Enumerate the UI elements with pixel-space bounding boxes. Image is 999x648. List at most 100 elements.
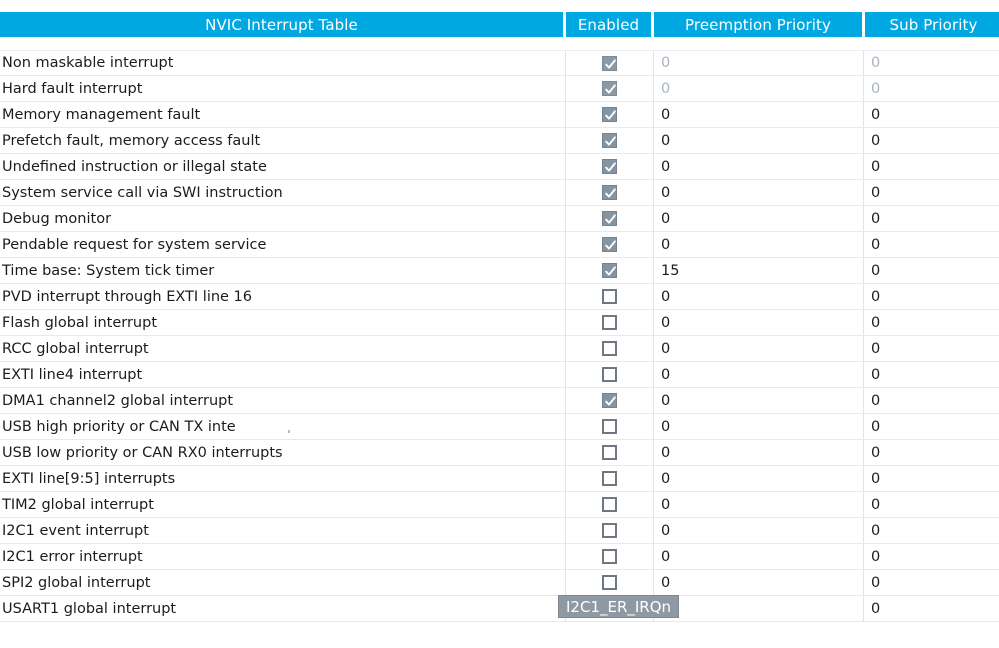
sub-priority-cell[interactable]: 0	[863, 440, 999, 465]
table-row[interactable]: DMA1 channel2 global interrupt 0 0	[0, 388, 999, 414]
preemption-priority-cell[interactable]: 0	[653, 128, 863, 153]
preemption-priority-cell[interactable]: 0	[653, 440, 863, 465]
enabled-cell[interactable]	[565, 492, 653, 517]
sub-priority-cell[interactable]: 0	[863, 102, 999, 127]
checkbox-unchecked-icon[interactable]	[602, 549, 617, 564]
preemption-priority-cell[interactable]: 0	[653, 180, 863, 205]
sub-priority-cell[interactable]: 0	[863, 570, 999, 595]
table-row[interactable]: Time base: System tick timer 15 0	[0, 258, 999, 284]
enabled-cell[interactable]	[565, 414, 653, 439]
table-row[interactable]: USART1 global interrupt 00	[0, 596, 999, 622]
checkbox-unchecked-icon[interactable]	[602, 445, 617, 460]
preemption-priority-cell[interactable]: 0	[653, 232, 863, 257]
column-header-nvic-interrupt-table[interactable]: NVIC Interrupt Table	[0, 12, 563, 37]
interrupt-name-cell[interactable]: Memory management fault	[0, 102, 565, 127]
column-header-sub-priority[interactable]: Sub Priority	[865, 12, 999, 37]
checkbox-unchecked-icon[interactable]	[602, 497, 617, 512]
preemption-priority-cell[interactable]: 0	[653, 596, 863, 621]
interrupt-name-cell[interactable]: I2C1 error interrupt	[0, 544, 565, 569]
preemption-priority-cell[interactable]: 0	[653, 466, 863, 491]
interrupt-name-cell[interactable]: EXTI line4 interrupt	[0, 362, 565, 387]
table-row[interactable]: I2C1 event interrupt 0 0	[0, 518, 999, 544]
checkbox-unchecked-icon[interactable]	[602, 315, 617, 330]
sub-priority-cell[interactable]: 0	[863, 596, 999, 621]
interrupt-name-cell[interactable]: TIM2 global interrupt	[0, 492, 565, 517]
preemption-priority-cell[interactable]: 0	[653, 518, 863, 543]
enabled-cell[interactable]	[565, 76, 653, 101]
table-row[interactable]: Debug monitor 0 0	[0, 206, 999, 232]
sub-priority-cell[interactable]: 0	[863, 284, 999, 309]
sub-priority-cell[interactable]: 0	[863, 388, 999, 413]
enabled-cell[interactable]	[565, 518, 653, 543]
checkbox-unchecked-icon[interactable]	[602, 575, 617, 590]
preemption-priority-cell[interactable]: 0	[653, 284, 863, 309]
enabled-cell[interactable]	[565, 232, 653, 257]
interrupt-name-cell[interactable]: USART1 global interrupt	[0, 596, 565, 621]
preemption-priority-cell[interactable]: 0	[653, 544, 863, 569]
checkbox-checked-icon[interactable]	[602, 159, 617, 174]
table-row[interactable]: Undefined instruction or illegal state 0 0	[0, 154, 999, 180]
sub-priority-cell[interactable]: 0	[863, 154, 999, 179]
checkbox-unchecked-icon[interactable]	[602, 341, 617, 356]
column-header-preemption-priority[interactable]: Preemption Priority	[654, 12, 862, 37]
sub-priority-cell[interactable]: 0	[863, 232, 999, 257]
enabled-cell[interactable]	[565, 544, 653, 569]
table-row[interactable]: Pendable request for system service 0 0	[0, 232, 999, 258]
sub-priority-cell[interactable]: 0	[863, 206, 999, 231]
table-row[interactable]: Hard fault interrupt 0 0	[0, 76, 999, 102]
sub-priority-cell[interactable]: 0	[863, 518, 999, 543]
table-row[interactable]: Prefetch fault, memory access fault 0 0	[0, 128, 999, 154]
enabled-cell[interactable]	[565, 310, 653, 335]
preemption-priority-cell[interactable]: 0	[653, 102, 863, 127]
interrupt-name-cell[interactable]: Prefetch fault, memory access fault	[0, 128, 565, 153]
table-row[interactable]: PVD interrupt through EXTI line 16 0 0	[0, 284, 999, 310]
checkbox-checked-icon[interactable]	[602, 263, 617, 278]
table-row[interactable]: EXTI line4 interrupt 0 0	[0, 362, 999, 388]
checkbox-unchecked-icon[interactable]	[602, 523, 617, 538]
checkbox-checked-icon[interactable]	[602, 133, 617, 148]
preemption-priority-cell[interactable]: 0	[653, 206, 863, 231]
table-row[interactable]: Flash global interrupt 0 0	[0, 310, 999, 336]
table-row[interactable]: I2C1 error interrupt 0 0	[0, 544, 999, 570]
checkbox-checked-icon[interactable]	[602, 185, 617, 200]
checkbox-checked-icon[interactable]	[602, 393, 617, 408]
interrupt-name-cell[interactable]: EXTI line[9:5] interrupts	[0, 466, 565, 491]
enabled-cell[interactable]	[565, 284, 653, 309]
table-row[interactable]: USB low priority or CAN RX0 interrupts 0 0	[0, 440, 999, 466]
interrupt-name-cell[interactable]: DMA1 channel2 global interrupt	[0, 388, 565, 413]
interrupt-name-cell[interactable]: SPI2 global interrupt	[0, 570, 565, 595]
preemption-priority-cell[interactable]: 0	[653, 388, 863, 413]
enabled-cell[interactable]	[565, 102, 653, 127]
preemption-priority-cell[interactable]: 0	[653, 414, 863, 439]
preemption-priority-cell[interactable]: 15	[653, 258, 863, 283]
sub-priority-cell[interactable]: 0	[863, 492, 999, 517]
enabled-cell[interactable]	[565, 154, 653, 179]
enabled-cell[interactable]	[565, 128, 653, 153]
preemption-priority-cell[interactable]: 0	[653, 310, 863, 335]
sub-priority-cell[interactable]: 0	[863, 544, 999, 569]
column-header-enabled[interactable]: Enabled	[566, 12, 651, 37]
interrupt-name-cell[interactable]: Undefined instruction or illegal state	[0, 154, 565, 179]
enabled-cell[interactable]	[565, 570, 653, 595]
interrupt-name-cell[interactable]: USB low priority or CAN RX0 interrupts	[0, 440, 565, 465]
enabled-cell[interactable]	[565, 258, 653, 283]
interrupt-name-cell[interactable]: Non maskable interrupt	[0, 51, 565, 75]
enabled-cell[interactable]	[565, 466, 653, 491]
enabled-cell[interactable]	[565, 440, 653, 465]
checkbox-unchecked-icon[interactable]	[602, 471, 617, 486]
table-row[interactable]: SPI2 global interrupt 0 0	[0, 570, 999, 596]
checkbox-unchecked-icon[interactable]	[602, 419, 617, 434]
enabled-cell[interactable]	[565, 180, 653, 205]
interrupt-name-cell[interactable]: Hard fault interrupt	[0, 76, 565, 101]
preemption-priority-cell[interactable]: 0	[653, 154, 863, 179]
sub-priority-cell[interactable]: 0	[863, 310, 999, 335]
interrupt-name-cell[interactable]: Pendable request for system service	[0, 232, 565, 257]
sub-priority-cell[interactable]: 0	[863, 466, 999, 491]
preemption-priority-cell[interactable]: 0	[653, 336, 863, 361]
sub-priority-cell[interactable]: 0	[863, 414, 999, 439]
enabled-cell[interactable]	[565, 362, 653, 387]
table-row[interactable]: EXTI line[9:5] interrupts 0 0	[0, 466, 999, 492]
checkbox-unchecked-icon[interactable]	[602, 367, 617, 382]
preemption-priority-cell[interactable]: 0	[653, 570, 863, 595]
enabled-cell[interactable]	[565, 51, 653, 75]
